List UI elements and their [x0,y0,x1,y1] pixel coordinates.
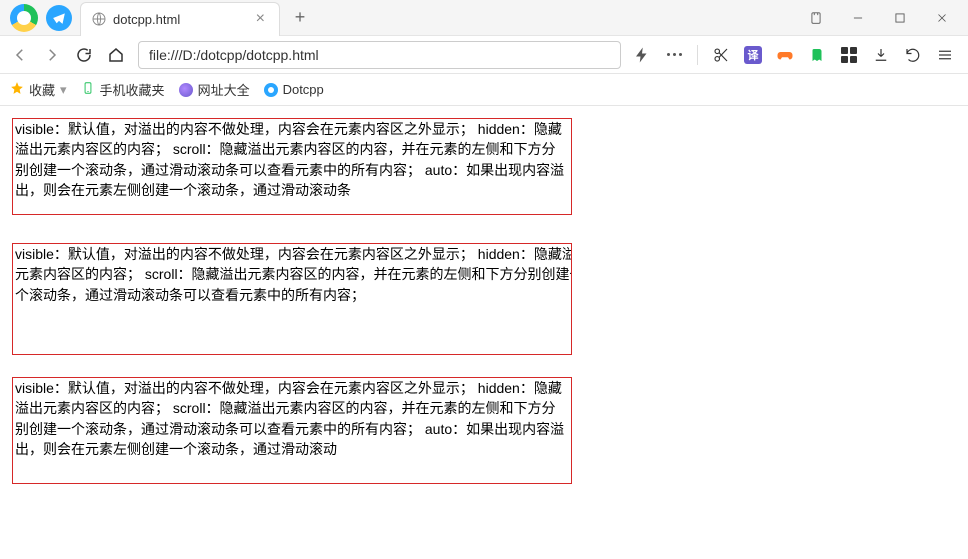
overflow-text-3: visible：默认值，对溢出的内容不做处理，内容会在元素内容区之外显示； hi… [15,378,569,484]
tab-title: dotcpp.html [113,12,252,27]
undo-icon[interactable] [904,46,922,64]
phone-icon [81,81,95,98]
titlebar: dotcpp.html × + [0,0,968,36]
globe-purple-icon [179,83,193,97]
reload-button[interactable] [74,45,94,65]
download-icon[interactable] [872,46,890,64]
mobile-favorites-button[interactable]: 手机收藏夹 [81,80,165,99]
forward-button[interactable] [42,45,62,65]
bookmarks-bar: 收藏 ▾ 手机收藏夹 网址大全 Dotcpp [0,74,968,106]
dotcpp-label: Dotcpp [283,82,324,97]
web-nav-label: 网址大全 [198,80,250,99]
favorites-button[interactable]: 收藏 ▾ [10,80,67,99]
browser-tab[interactable]: dotcpp.html × [80,2,280,36]
new-tab-button[interactable]: + [286,4,314,32]
mobile-favorites-label: 手机收藏夹 [100,80,165,99]
overflow-box-scroll[interactable]: visible：默认值，对溢出的内容不做处理，内容会在元素内容区之外显示； hi… [12,243,572,355]
favorites-label: 收藏 [29,80,55,99]
scissors-icon[interactable] [712,46,730,64]
star-icon [10,81,24,98]
address-bar: file:///D:/dotcpp/dotcpp.html 译 [0,36,968,74]
book-icon[interactable] [808,46,826,64]
translate-icon[interactable]: 译 [744,46,762,64]
close-tab-icon[interactable]: × [252,10,269,28]
web-nav-bookmark[interactable]: 网址大全 [179,80,250,99]
url-text: file:///D:/dotcpp/dotcpp.html [149,47,319,63]
telegram-icon[interactable] [46,5,72,31]
dotcpp-icon [264,83,278,97]
more-icon[interactable] [665,46,683,64]
lightning-icon[interactable] [633,46,651,64]
overflow-text-1: visible：默认值，对溢出的内容不做处理，内容会在元素内容区之外显示； hi… [15,119,569,239]
url-input[interactable]: file:///D:/dotcpp/dotcpp.html [138,41,621,69]
account-icon[interactable] [796,3,836,33]
overflow-box-auto[interactable]: visible：默认值，对溢出的内容不做处理，内容会在元素内容区之外显示； hi… [12,377,572,484]
globe-icon [91,11,107,27]
maximize-button[interactable] [880,3,920,33]
browser-logo-icon [10,4,38,32]
apps-grid-icon[interactable] [840,46,858,64]
overflow-box-visible: visible：默认值，对溢出的内容不做处理，内容会在元素内容区之外显示； hi… [12,118,572,215]
dotcpp-bookmark[interactable]: Dotcpp [264,82,324,97]
page-content: visible：默认值，对溢出的内容不做处理，内容会在元素内容区之外显示； hi… [0,106,968,518]
close-window-button[interactable] [922,3,962,33]
minimize-button[interactable] [838,3,878,33]
home-button[interactable] [106,45,126,65]
hamburger-menu-icon[interactable] [936,46,954,64]
back-button[interactable] [10,45,30,65]
overflow-text-2: visible：默认值，对溢出的内容不做处理，内容会在元素内容区之外显示； hi… [15,244,572,305]
gamepad-icon[interactable] [776,46,794,64]
